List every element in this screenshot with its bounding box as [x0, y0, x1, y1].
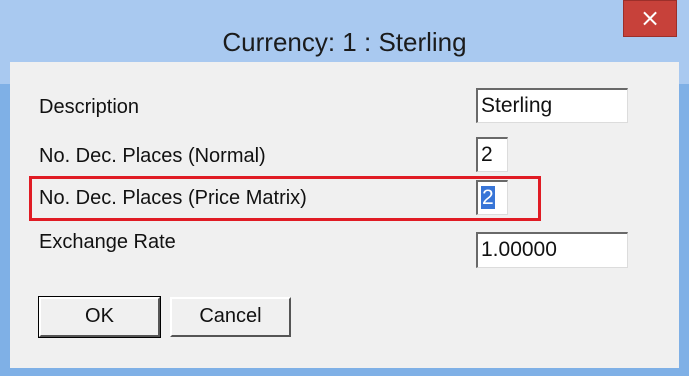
dec-places-normal-value: 2 — [481, 143, 493, 166]
description-field[interactable]: Sterling — [476, 88, 628, 123]
exchange-rate-label: Exchange Rate — [39, 231, 176, 253]
window-bottom-border — [0, 368, 689, 376]
close-button[interactable]: × — [623, 0, 677, 37]
close-icon: × — [639, 4, 661, 32]
dec-places-normal-label: No. Dec. Places (Normal) — [39, 145, 266, 167]
exchange-rate-field[interactable]: 1.00000 — [476, 232, 628, 268]
dialog-body: Description Sterling No. Dec. Places (No… — [10, 62, 679, 368]
exchange-rate-value: 1.00000 — [481, 238, 557, 261]
cancel-button-label: Cancel — [199, 305, 262, 327]
dec-places-normal-field[interactable]: 2 — [476, 137, 508, 172]
currency-dialog: Currency: 1 : Sterling × Description Ste… — [0, 0, 689, 376]
description-value: Sterling — [481, 94, 553, 117]
description-label: Description — [39, 96, 140, 118]
dialog-title: Currency: 1 : Sterling — [222, 27, 467, 57]
highlight-annotation — [29, 176, 541, 221]
ok-button-label: OK — [85, 305, 114, 327]
cancel-button[interactable]: Cancel — [170, 297, 291, 337]
ok-button[interactable]: OK — [38, 296, 161, 338]
